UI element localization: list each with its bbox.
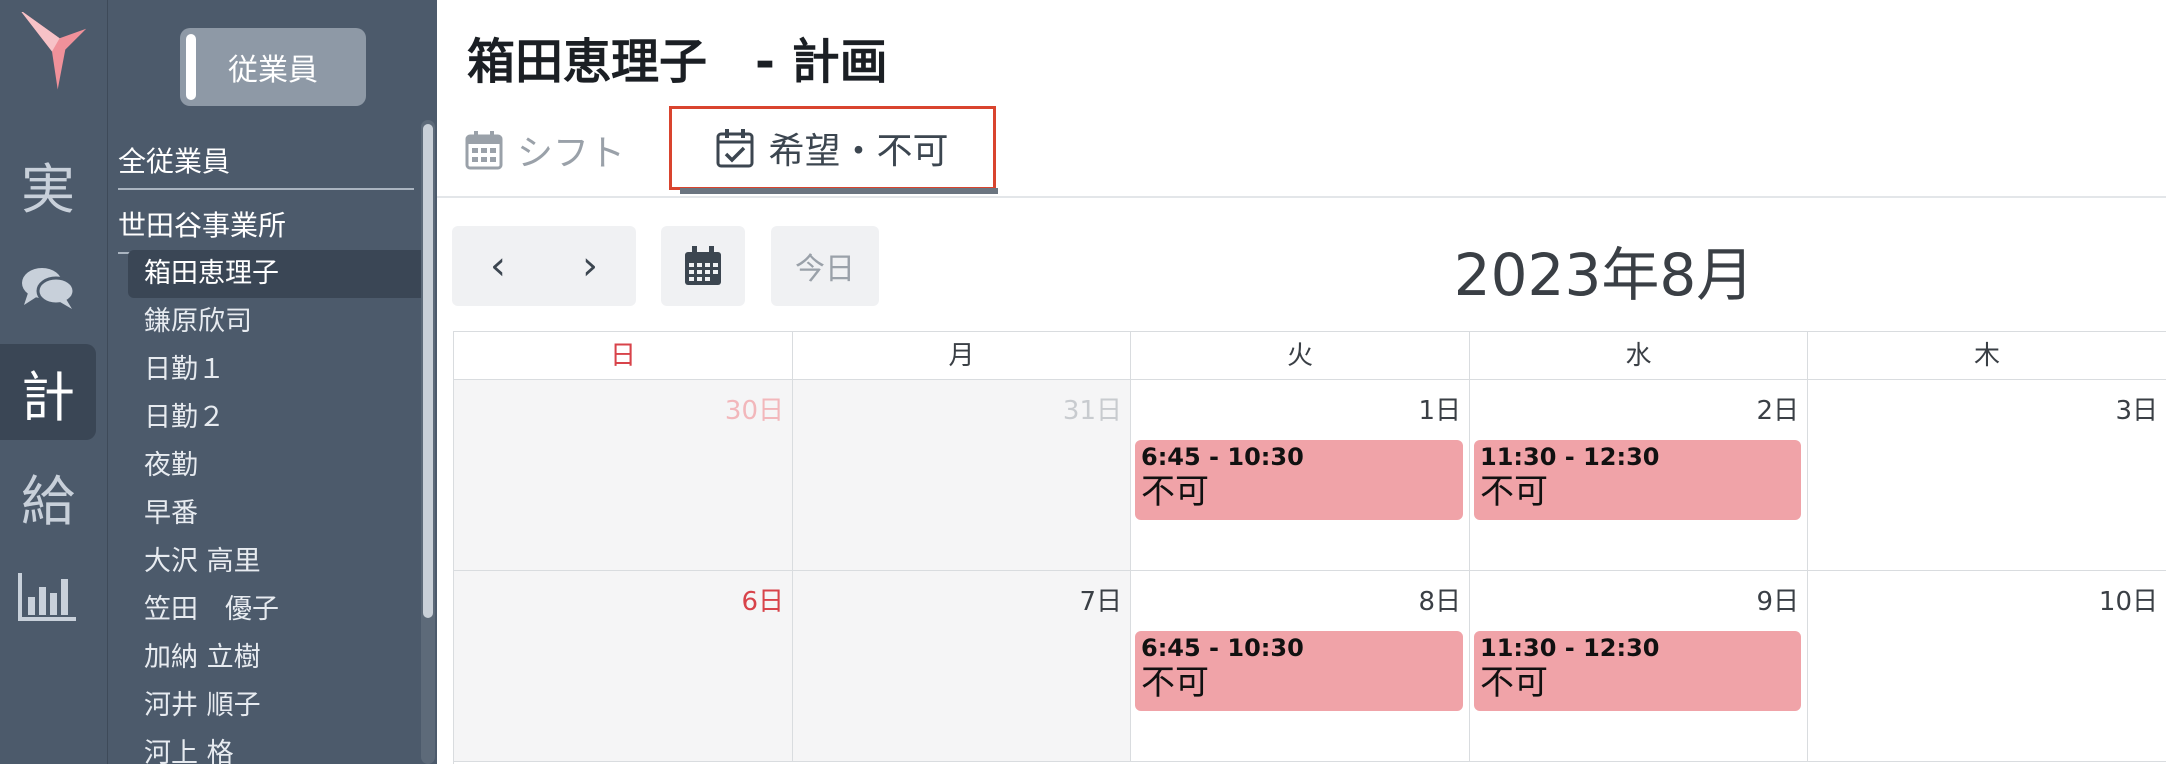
employee-item[interactable]: 箱田恵理子 bbox=[128, 250, 428, 298]
tab-divider bbox=[437, 196, 2166, 198]
calendar-icon bbox=[465, 131, 503, 170]
rail-item-reports[interactable] bbox=[0, 548, 96, 644]
employee-item[interactable]: 鎌原欣司 bbox=[128, 298, 428, 346]
prev-month-button[interactable]: ‹ bbox=[452, 243, 544, 289]
day-number: 1日 bbox=[1418, 396, 1461, 426]
event-label: 不可 bbox=[1480, 472, 1548, 512]
employee-toggle-label: 従業員 bbox=[228, 53, 318, 88]
calendar-day-cell[interactable]: 7日 bbox=[793, 571, 1131, 762]
event-time: 11:30 - 12:30 bbox=[1480, 634, 1660, 662]
calendar-icon bbox=[685, 246, 721, 285]
unavailable-event[interactable]: 11:30 - 12:30 不可 bbox=[1474, 631, 1801, 711]
day-number: 30日 bbox=[724, 396, 784, 426]
rail-item-chat[interactable] bbox=[0, 240, 96, 336]
calendar-day-cell[interactable]: 10日 bbox=[1808, 571, 2166, 762]
bar-chart-icon bbox=[18, 573, 76, 621]
calendar-day-cell[interactable]: 30日 bbox=[454, 380, 793, 571]
day-number: 31日 bbox=[1062, 396, 1122, 426]
employee-item[interactable]: 河上 格 bbox=[128, 730, 428, 764]
tab-wish-label: 希望・不可 bbox=[768, 131, 949, 172]
next-month-button[interactable]: › bbox=[544, 243, 636, 289]
day-number: 2日 bbox=[1756, 396, 1799, 426]
rail-item-payroll[interactable]: 給 bbox=[0, 448, 96, 544]
weekday-header: 火 bbox=[1131, 332, 1470, 380]
rail-item-actual[interactable]: 実 bbox=[0, 136, 96, 232]
day-number: 7日 bbox=[1079, 587, 1122, 617]
weekday-header: 月 bbox=[793, 332, 1131, 380]
day-number: 10日 bbox=[2098, 587, 2158, 617]
employee-item[interactable]: 日勤１ bbox=[128, 346, 428, 394]
employee-item[interactable]: 笠田 優子 bbox=[128, 586, 428, 634]
employee-item[interactable]: 夜勤 bbox=[128, 442, 428, 490]
calendar-day-cell[interactable]: 3日 bbox=[1808, 380, 2166, 571]
employee-panel: 従業員 全従業員 世田谷事業所 箱田恵理子 鎌原欣司 日勤１ 日勤２ 夜勤 早番 大沢 高里… bbox=[107, 0, 437, 764]
rail-item-payroll-label: 給 bbox=[21, 469, 75, 533]
calendar-check-icon bbox=[716, 129, 754, 168]
today-button[interactable]: 今日 bbox=[771, 226, 879, 306]
page-title: 箱田恵理子 - 計画 bbox=[467, 34, 888, 90]
calendar-day-cell[interactable]: 31日 bbox=[793, 380, 1131, 571]
weekday-header: 日 bbox=[454, 332, 793, 380]
calendar-grid: 日月火水木 30日 31日 1日 6:45 - 10:30 不可 2日 11:30 - 12:… bbox=[453, 331, 2166, 764]
calendar-day-cell[interactable]: 6日 bbox=[454, 571, 793, 762]
event-label: 不可 bbox=[1141, 472, 1209, 512]
rail-item-actual-label: 実 bbox=[21, 157, 75, 221]
app-logo-icon[interactable] bbox=[14, 12, 94, 92]
employee-item[interactable]: 早番 bbox=[128, 490, 428, 538]
unavailable-event[interactable]: 11:30 - 12:30 不可 bbox=[1474, 440, 1801, 520]
chat-bubbles-icon bbox=[22, 268, 76, 309]
calendar-day-cell[interactable]: 9日 11:30 - 12:30 不可 bbox=[1470, 571, 1808, 762]
rail-item-plan[interactable]: 計 bbox=[0, 344, 96, 440]
weekday-header: 水 bbox=[1470, 332, 1808, 380]
main-content: 箱田恵理子 - 計画 シフト 希望・不可 ‹ › 今日 2023年8月 日 月 … bbox=[437, 0, 2166, 764]
calendar-day-cell[interactable]: 8日 6:45 - 10:30 不可 bbox=[1131, 571, 1470, 762]
employee-toggle-button[interactable]: 従業員 bbox=[180, 28, 366, 106]
month-nav-group: ‹ › bbox=[452, 226, 636, 306]
employee-item[interactable]: 河井 順子 bbox=[128, 682, 428, 730]
unavailable-event[interactable]: 6:45 - 10:30 不可 bbox=[1135, 440, 1463, 520]
employee-list-scroll-thumb[interactable] bbox=[423, 124, 433, 618]
day-number: 6日 bbox=[741, 587, 784, 617]
weekday-header: 木 bbox=[1808, 332, 2166, 380]
app-rail: 実 計 給 bbox=[0, 0, 107, 764]
active-tab-indicator bbox=[680, 188, 998, 194]
tab-shift[interactable]: シフト bbox=[465, 110, 625, 190]
unavailable-event[interactable]: 6:45 - 10:30 不可 bbox=[1135, 631, 1463, 711]
employee-list: 箱田恵理子 鎌原欣司 日勤１ 日勤２ 夜勤 早番 大沢 高里 笠田 優子 加納 立樹 河井 順子河… bbox=[128, 250, 428, 764]
month-title: 2023年8月 bbox=[1453, 241, 1755, 309]
day-number: 9日 bbox=[1756, 587, 1799, 617]
tab-wish-unavailable[interactable]: 希望・不可 bbox=[669, 106, 996, 190]
event-time: 6:45 - 10:30 bbox=[1141, 443, 1304, 471]
event-label: 不可 bbox=[1480, 663, 1548, 703]
date-picker-button[interactable] bbox=[661, 226, 745, 306]
rail-item-plan-label: 計 bbox=[21, 365, 75, 429]
tab-shift-label: シフト bbox=[517, 133, 626, 174]
day-number: 3日 bbox=[2115, 396, 2158, 426]
office-group-title[interactable]: 世田谷事業所 bbox=[118, 204, 414, 254]
event-time: 6:45 - 10:30 bbox=[1141, 634, 1304, 662]
day-number: 8日 bbox=[1418, 587, 1461, 617]
event-label: 不可 bbox=[1141, 663, 1209, 703]
calendar-day-cell[interactable]: 1日 6:45 - 10:30 不可 bbox=[1131, 380, 1470, 571]
calendar-day-cell[interactable]: 2日 11:30 - 12:30 不可 bbox=[1470, 380, 1808, 571]
all-employees-link[interactable]: 全従業員 bbox=[118, 140, 414, 190]
event-time: 11:30 - 12:30 bbox=[1480, 443, 1660, 471]
employee-item[interactable]: 大沢 高里 bbox=[128, 538, 428, 586]
employee-item[interactable]: 日勤２ bbox=[128, 394, 428, 442]
employee-item[interactable]: 加納 立樹 bbox=[128, 634, 428, 682]
